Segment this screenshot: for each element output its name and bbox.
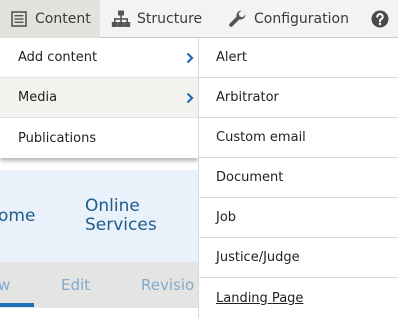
online-services-link[interactable]: Online Services [85, 197, 157, 235]
chevron-right-icon [186, 52, 194, 68]
online-services-line1: Online [85, 196, 140, 216]
admin-toolbar: Content Structure Configuration [0, 0, 398, 38]
online-services-line2: Services [85, 215, 157, 235]
tab-revisions[interactable]: Revisio [141, 276, 194, 294]
menu-item-media[interactable]: Media [0, 78, 198, 118]
submenu-item-justice-judge[interactable]: Justice/Judge [199, 238, 398, 278]
toolbar-configuration-label: Configuration [254, 11, 349, 27]
toolbar-content-button[interactable]: Content [0, 0, 100, 38]
tab-view[interactable]: w [0, 276, 10, 294]
tab-edit[interactable]: Edit [61, 276, 90, 294]
help-icon [371, 10, 389, 28]
submenu-item-document[interactable]: Document [199, 158, 398, 198]
toolbar-structure-button[interactable]: Structure [111, 0, 221, 38]
chevron-right-icon [186, 92, 194, 108]
submenu-item-custom-email[interactable]: Custom email [199, 118, 398, 158]
wrench-icon [228, 9, 248, 29]
submenu-item-alert[interactable]: Alert [199, 38, 398, 78]
media-submenu: Alert Arbitrator Custom email Document J… [198, 38, 398, 318]
menu-item-label: Add content [18, 50, 98, 65]
structure-icon [111, 10, 131, 28]
menu-item-label: Publications [18, 130, 97, 146]
submenu-item-job[interactable]: Job [199, 198, 398, 238]
toolbar-content-label: Content [35, 11, 91, 27]
submenu-item-arbitrator[interactable]: Arbitrator [199, 78, 398, 118]
menu-item-label: Media [18, 90, 58, 105]
menu-item-publications[interactable]: Publications [0, 118, 198, 158]
toolbar-structure-label: Structure [137, 11, 203, 27]
content-dropdown-menu: Add content Media Publications [0, 38, 198, 158]
toolbar-configuration-button[interactable]: Configuration [228, 0, 358, 38]
toolbar-help-button[interactable] [366, 0, 394, 38]
home-link[interactable]: ome [0, 206, 35, 226]
submenu-item-landing-page[interactable]: Landing Page [199, 278, 398, 318]
active-tab-indicator [0, 303, 34, 307]
menu-item-add-content[interactable]: Add content [0, 38, 198, 78]
content-icon [11, 11, 27, 27]
